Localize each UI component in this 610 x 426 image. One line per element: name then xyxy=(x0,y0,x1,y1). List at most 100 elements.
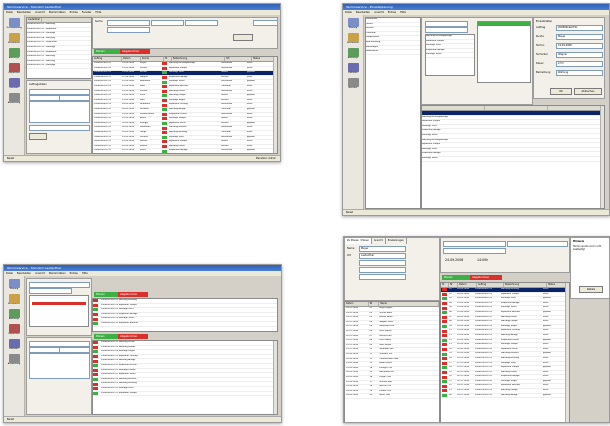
ok-button[interactable]: OK xyxy=(550,88,572,95)
order-field-1[interactable] xyxy=(443,241,506,247)
status-bar-planen-2[interactable]: Planen xyxy=(94,334,118,339)
nav-item[interactable]: Berichte xyxy=(343,78,363,90)
column-header[interactable]: Name xyxy=(379,302,439,306)
column-header[interactable]: Datum xyxy=(345,302,369,306)
tree-item[interactable]: 20080923LUT03 - Montage xyxy=(27,64,91,69)
status-bar-planen[interactable]: Planen xyxy=(94,292,118,297)
form-field-b[interactable] xyxy=(425,27,468,33)
dialog-field-input[interactable]: Meyer xyxy=(556,34,603,40)
upper-field-2[interactable] xyxy=(29,288,72,294)
nav-item[interactable]: Disposition xyxy=(4,324,24,336)
name-input[interactable]: Meyer xyxy=(359,246,406,252)
table-row[interactable]: Montage Ventil xyxy=(422,157,604,162)
column-header[interactable]: Auftrag xyxy=(477,283,504,287)
column-header[interactable]: St xyxy=(441,283,449,287)
planner-tab[interactable]: Zu Planen / Planer xyxy=(345,238,372,244)
status-bar-abgebrochen[interactable]: Abgebrochen xyxy=(118,292,148,297)
nav-item[interactable]: Auftraege xyxy=(4,48,24,60)
dialog-field-input[interactable]: Wagner xyxy=(556,52,603,58)
details-button[interactable]: Details xyxy=(579,286,603,293)
detail-notes[interactable] xyxy=(29,101,90,123)
grid-scrollbar[interactable] xyxy=(600,106,604,208)
extra-field-3[interactable] xyxy=(359,274,406,280)
nav-item[interactable]: Terminplanung xyxy=(4,18,24,30)
menu-item[interactable]: Extras xyxy=(70,11,78,14)
menu-item[interactable]: Datei xyxy=(345,11,352,14)
nav-item[interactable]: Ressourcen xyxy=(4,294,24,306)
planner-tab[interactable]: Ansicht xyxy=(372,238,386,244)
menu-item[interactable]: Ansicht xyxy=(374,11,384,14)
filter-field-2[interactable] xyxy=(185,20,218,26)
dialog-field-input[interactable]: 20080919LUT01 xyxy=(556,25,603,31)
menu-item[interactable]: Hilfe xyxy=(95,11,101,14)
menu-item[interactable]: Stammdaten xyxy=(49,272,66,275)
menu-item[interactable]: Ansicht xyxy=(35,11,45,14)
column-header[interactable]: Ort xyxy=(225,57,252,61)
column-header[interactable]: Status xyxy=(252,57,275,61)
nav-item[interactable]: Kalender xyxy=(4,78,24,90)
extra-field-2[interactable] xyxy=(359,267,406,273)
column-header[interactable]: Datum xyxy=(122,57,141,61)
nav-item[interactable]: Planung xyxy=(343,18,363,30)
column-header[interactable]: Bezeichnung xyxy=(504,283,547,287)
nav-item[interactable]: Auswertung xyxy=(4,354,24,366)
nav-item[interactable]: Auftraege xyxy=(4,309,24,321)
status-bar-abgebrochen[interactable]: Abgebrochen xyxy=(470,275,502,280)
table-row[interactable]: 20080922LUT03 Reparatur Brenner xyxy=(93,322,277,327)
status-bar-abgebrochen-2[interactable]: Abgebrochen xyxy=(118,334,148,339)
menu-item[interactable]: Ansicht xyxy=(35,272,45,275)
table-row[interactable]: 20080930LUT01 Reparatur Pumpe xyxy=(93,392,277,397)
filter-field-3[interactable] xyxy=(107,27,150,33)
lower-notes[interactable] xyxy=(29,353,90,379)
grid-scrollbar[interactable] xyxy=(273,57,277,153)
menu-item[interactable]: Datei xyxy=(6,272,13,275)
menu-item[interactable]: Bearbeiten xyxy=(17,272,31,275)
column-header[interactable]: Nr xyxy=(449,283,458,287)
dialog-field-input[interactable]: 2,5 h xyxy=(556,61,603,67)
grid-scrollbar[interactable] xyxy=(273,341,277,414)
filter-field-1[interactable] xyxy=(151,20,184,26)
search-input[interactable] xyxy=(107,20,150,26)
column-header[interactable]: Bezeichnung xyxy=(172,57,225,61)
menu-item[interactable]: Stammdaten xyxy=(49,11,66,14)
planner-tab[interactable]: Einstellungen xyxy=(386,238,407,244)
column-header[interactable]: Datum xyxy=(458,283,477,287)
detail-field-4[interactable] xyxy=(29,125,90,131)
column-header[interactable]: St xyxy=(164,57,172,61)
menu-item[interactable]: Fenster xyxy=(82,11,92,14)
column-header[interactable]: Status xyxy=(547,283,566,287)
status-bar-abgebrochen[interactable]: Abgebrochen xyxy=(120,49,150,54)
order-field-3[interactable] xyxy=(443,248,506,254)
detail-button-1[interactable] xyxy=(29,133,47,140)
nav-item[interactable]: Kalender xyxy=(4,339,24,351)
menu-item[interactable]: Hilfe xyxy=(400,11,406,14)
extra-field-1[interactable] xyxy=(359,260,406,266)
column-header[interactable]: Nr xyxy=(369,302,380,306)
list-row[interactable]: 24.09.2008 20 Meier Tom xyxy=(345,394,439,399)
grid-scrollbar[interactable] xyxy=(565,283,569,422)
status-bar-planen[interactable]: Planen xyxy=(94,49,120,54)
menu-item[interactable]: Extras xyxy=(388,11,396,14)
nav-item[interactable]: Ressourcen xyxy=(4,33,24,45)
menu-item[interactable]: Datei xyxy=(6,11,13,14)
menu-item[interactable]: Extras xyxy=(70,272,78,275)
order-field-2[interactable] xyxy=(507,241,568,247)
column-header[interactable]: Auftrag xyxy=(93,57,122,61)
nav-item[interactable]: Kalender xyxy=(343,63,363,75)
column-header[interactable]: Kunde xyxy=(141,57,164,61)
menu-item[interactable]: Bearbeiten xyxy=(356,11,370,14)
nav-item[interactable]: Auswertung xyxy=(4,93,24,105)
cancel-button[interactable]: Abbrechen xyxy=(574,88,602,95)
sub-list-item[interactable]: Montage Ventil xyxy=(426,53,474,58)
dialog-field-input[interactable]: 19.09.2008 xyxy=(556,43,603,49)
nav-item[interactable]: Ressourcen xyxy=(343,33,363,45)
menu-item[interactable]: Bearbeiten xyxy=(17,11,31,14)
nav-item[interactable]: Disposition xyxy=(4,63,24,75)
menu-item[interactable]: Hilfe xyxy=(82,272,88,275)
dialog-field-input[interactable]: Wartung xyxy=(556,70,603,76)
ort-input[interactable]: Lautenthal xyxy=(359,253,406,259)
table-row[interactable]: 24 03.10.2008 20081003LUT03 Wartung Anlage g… xyxy=(441,394,569,399)
nav-item[interactable]: Planung xyxy=(4,279,24,291)
date-field[interactable] xyxy=(253,20,277,26)
nav-item[interactable]: Auftraege xyxy=(343,48,363,60)
